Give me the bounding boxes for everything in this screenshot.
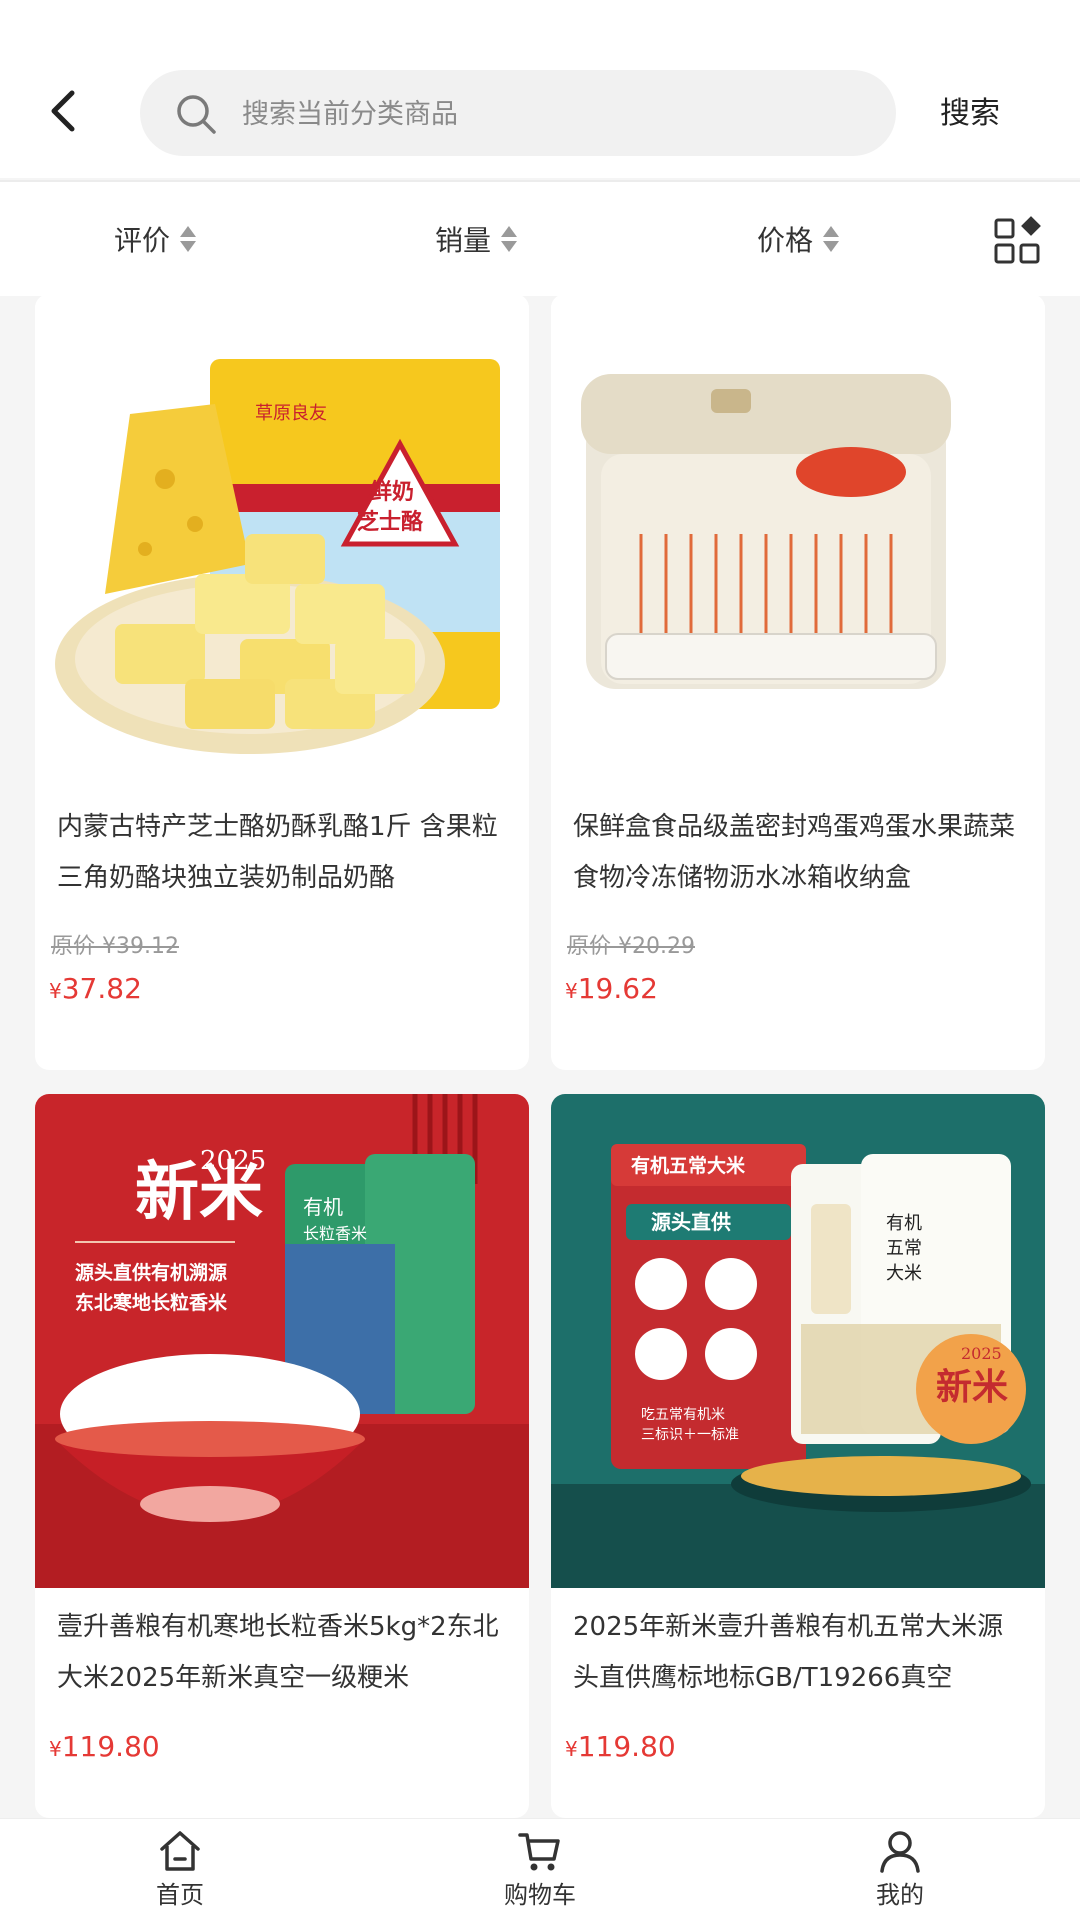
product-card[interactable]: 新米 2025 源头直供有机溯源 东北寒地长粒香米 有机 长粒香米 壹升善粮有机… — [35, 1094, 529, 1818]
sort-bar: 评价 销量 价格 — [0, 180, 1080, 296]
sort-arrows-icon — [823, 226, 840, 252]
currency-symbol: ¥ — [565, 1737, 578, 1761]
nav-cart[interactable]: 购物车 — [460, 1829, 620, 1910]
search-input[interactable] — [240, 70, 864, 158]
price-value: 37.82 — [61, 972, 142, 1005]
back-button[interactable] — [40, 85, 92, 137]
original-price: 原价 ¥20.29 — [567, 934, 695, 959]
price-value: 119.80 — [577, 1730, 676, 1763]
product-price: ¥119.80 — [49, 1730, 160, 1763]
svg-text:五常: 五常 — [886, 1238, 922, 1259]
product-card[interactable]: 有机五常大米 源头直供 吃五常有机米 三标识＋一标准 有机 五常 大米 新米 2… — [551, 1094, 1045, 1818]
nav-label: 首页 — [156, 1881, 204, 1909]
sort-label: 评价 — [114, 224, 171, 257]
cart-icon — [518, 1833, 560, 1871]
currency-symbol: ¥ — [49, 1737, 62, 1761]
sort-label: 价格 — [757, 224, 814, 257]
product-price: ¥19.62 — [565, 972, 658, 1005]
svg-text:长粒香米: 长粒香米 — [303, 1224, 367, 1243]
bottom-nav: 首页 购物车 我的 — [0, 1818, 1080, 1921]
svg-text:鲜奶: 鲜奶 — [370, 479, 414, 505]
price-value: 119.80 — [61, 1730, 160, 1763]
product-image: 有机五常大米 源头直供 吃五常有机米 三标识＋一标准 有机 五常 大米 新米 2… — [551, 1094, 1045, 1588]
product-image: 新米 2025 源头直供有机溯源 东北寒地长粒香米 有机 长粒香米 — [35, 1094, 529, 1588]
svg-text:2025: 2025 — [200, 1146, 266, 1176]
svg-text:有机: 有机 — [886, 1213, 922, 1234]
grid-layout-icon — [994, 216, 1041, 264]
search-box[interactable] — [140, 70, 896, 158]
search-button[interactable]: 搜索 — [940, 88, 1000, 132]
sort-arrows-icon — [180, 226, 197, 252]
nav-label: 我的 — [876, 1881, 924, 1909]
svg-text:三标识＋一标准: 三标识＋一标准 — [641, 1427, 739, 1443]
price-value: 19.62 — [577, 972, 658, 1005]
sort-by-sales[interactable]: 销量 — [435, 218, 518, 260]
svg-text:源头直供: 源头直供 — [651, 1210, 731, 1234]
svg-text:新米: 新米 — [936, 1366, 1008, 1408]
product-title: 保鲜盒食品级盖密封鸡蛋鸡蛋水果蔬菜食物冷冻储物沥水冰箱收纳盒 — [573, 812, 1016, 893]
brand-text: 草原良友 — [255, 403, 327, 424]
search-icon — [177, 95, 216, 134]
product-card[interactable]: 保鲜盒食品级盖密封鸡蛋鸡蛋水果蔬菜食物冷冻储物沥水冰箱收纳盒 原价 ¥20.29… — [551, 294, 1045, 1070]
layout-toggle-button[interactable] — [993, 215, 1045, 267]
svg-text:有机: 有机 — [303, 1195, 343, 1219]
svg-text:有机五常大米: 有机五常大米 — [631, 1154, 746, 1177]
product-price: ¥119.80 — [565, 1730, 676, 1763]
svg-text:吃五常有机米: 吃五常有机米 — [641, 1407, 725, 1423]
product-image: 草原良友 鲜奶 芝士酪 — [35, 294, 529, 788]
svg-text:源头直供有机溯源: 源头直供有机溯源 — [75, 1261, 227, 1284]
original-price: 原价 ¥39.12 — [51, 934, 179, 959]
product-image — [551, 294, 1045, 788]
sort-by-price[interactable]: 价格 — [757, 218, 840, 260]
svg-text:2025: 2025 — [961, 1344, 1002, 1363]
svg-text:芝士酪: 芝士酪 — [357, 509, 424, 535]
nav-label: 购物车 — [504, 1881, 576, 1909]
product-title: 壹升善粮有机寒地长粒香米5kg*2东北大米2025年新米真空一级粳米 — [57, 1612, 499, 1693]
currency-symbol: ¥ — [49, 979, 62, 1003]
sort-by-rating[interactable]: 评价 — [114, 218, 197, 260]
product-title: 内蒙古特产芝士酪奶酥乳酪1斤 含果粒三角奶酪块独立装奶制品奶酪 — [57, 812, 498, 893]
top-bar: 搜索 — [0, 0, 1080, 178]
product-title: 2025年新米壹升善粮有机五常大米源头直供鹰标地标GB/T19266真空 — [573, 1612, 1004, 1693]
chevron-left-icon — [51, 90, 75, 132]
currency-symbol: ¥ — [565, 979, 578, 1003]
home-icon — [160, 1831, 200, 1871]
product-card[interactable]: 草原良友 鲜奶 芝士酪 内蒙古特产芝士酪奶酥乳酪1斤 含果粒三角奶酪块独立装奶制… — [35, 294, 529, 1070]
nav-home[interactable]: 首页 — [100, 1829, 260, 1910]
sort-arrows-icon — [501, 226, 518, 252]
sort-label: 销量 — [435, 224, 492, 257]
nav-profile[interactable]: 我的 — [820, 1829, 980, 1910]
svg-text:大米: 大米 — [886, 1263, 922, 1284]
product-price: ¥37.82 — [49, 972, 142, 1005]
svg-text:东北寒地长粒香米: 东北寒地长粒香米 — [75, 1291, 228, 1314]
user-icon — [880, 1831, 920, 1873]
